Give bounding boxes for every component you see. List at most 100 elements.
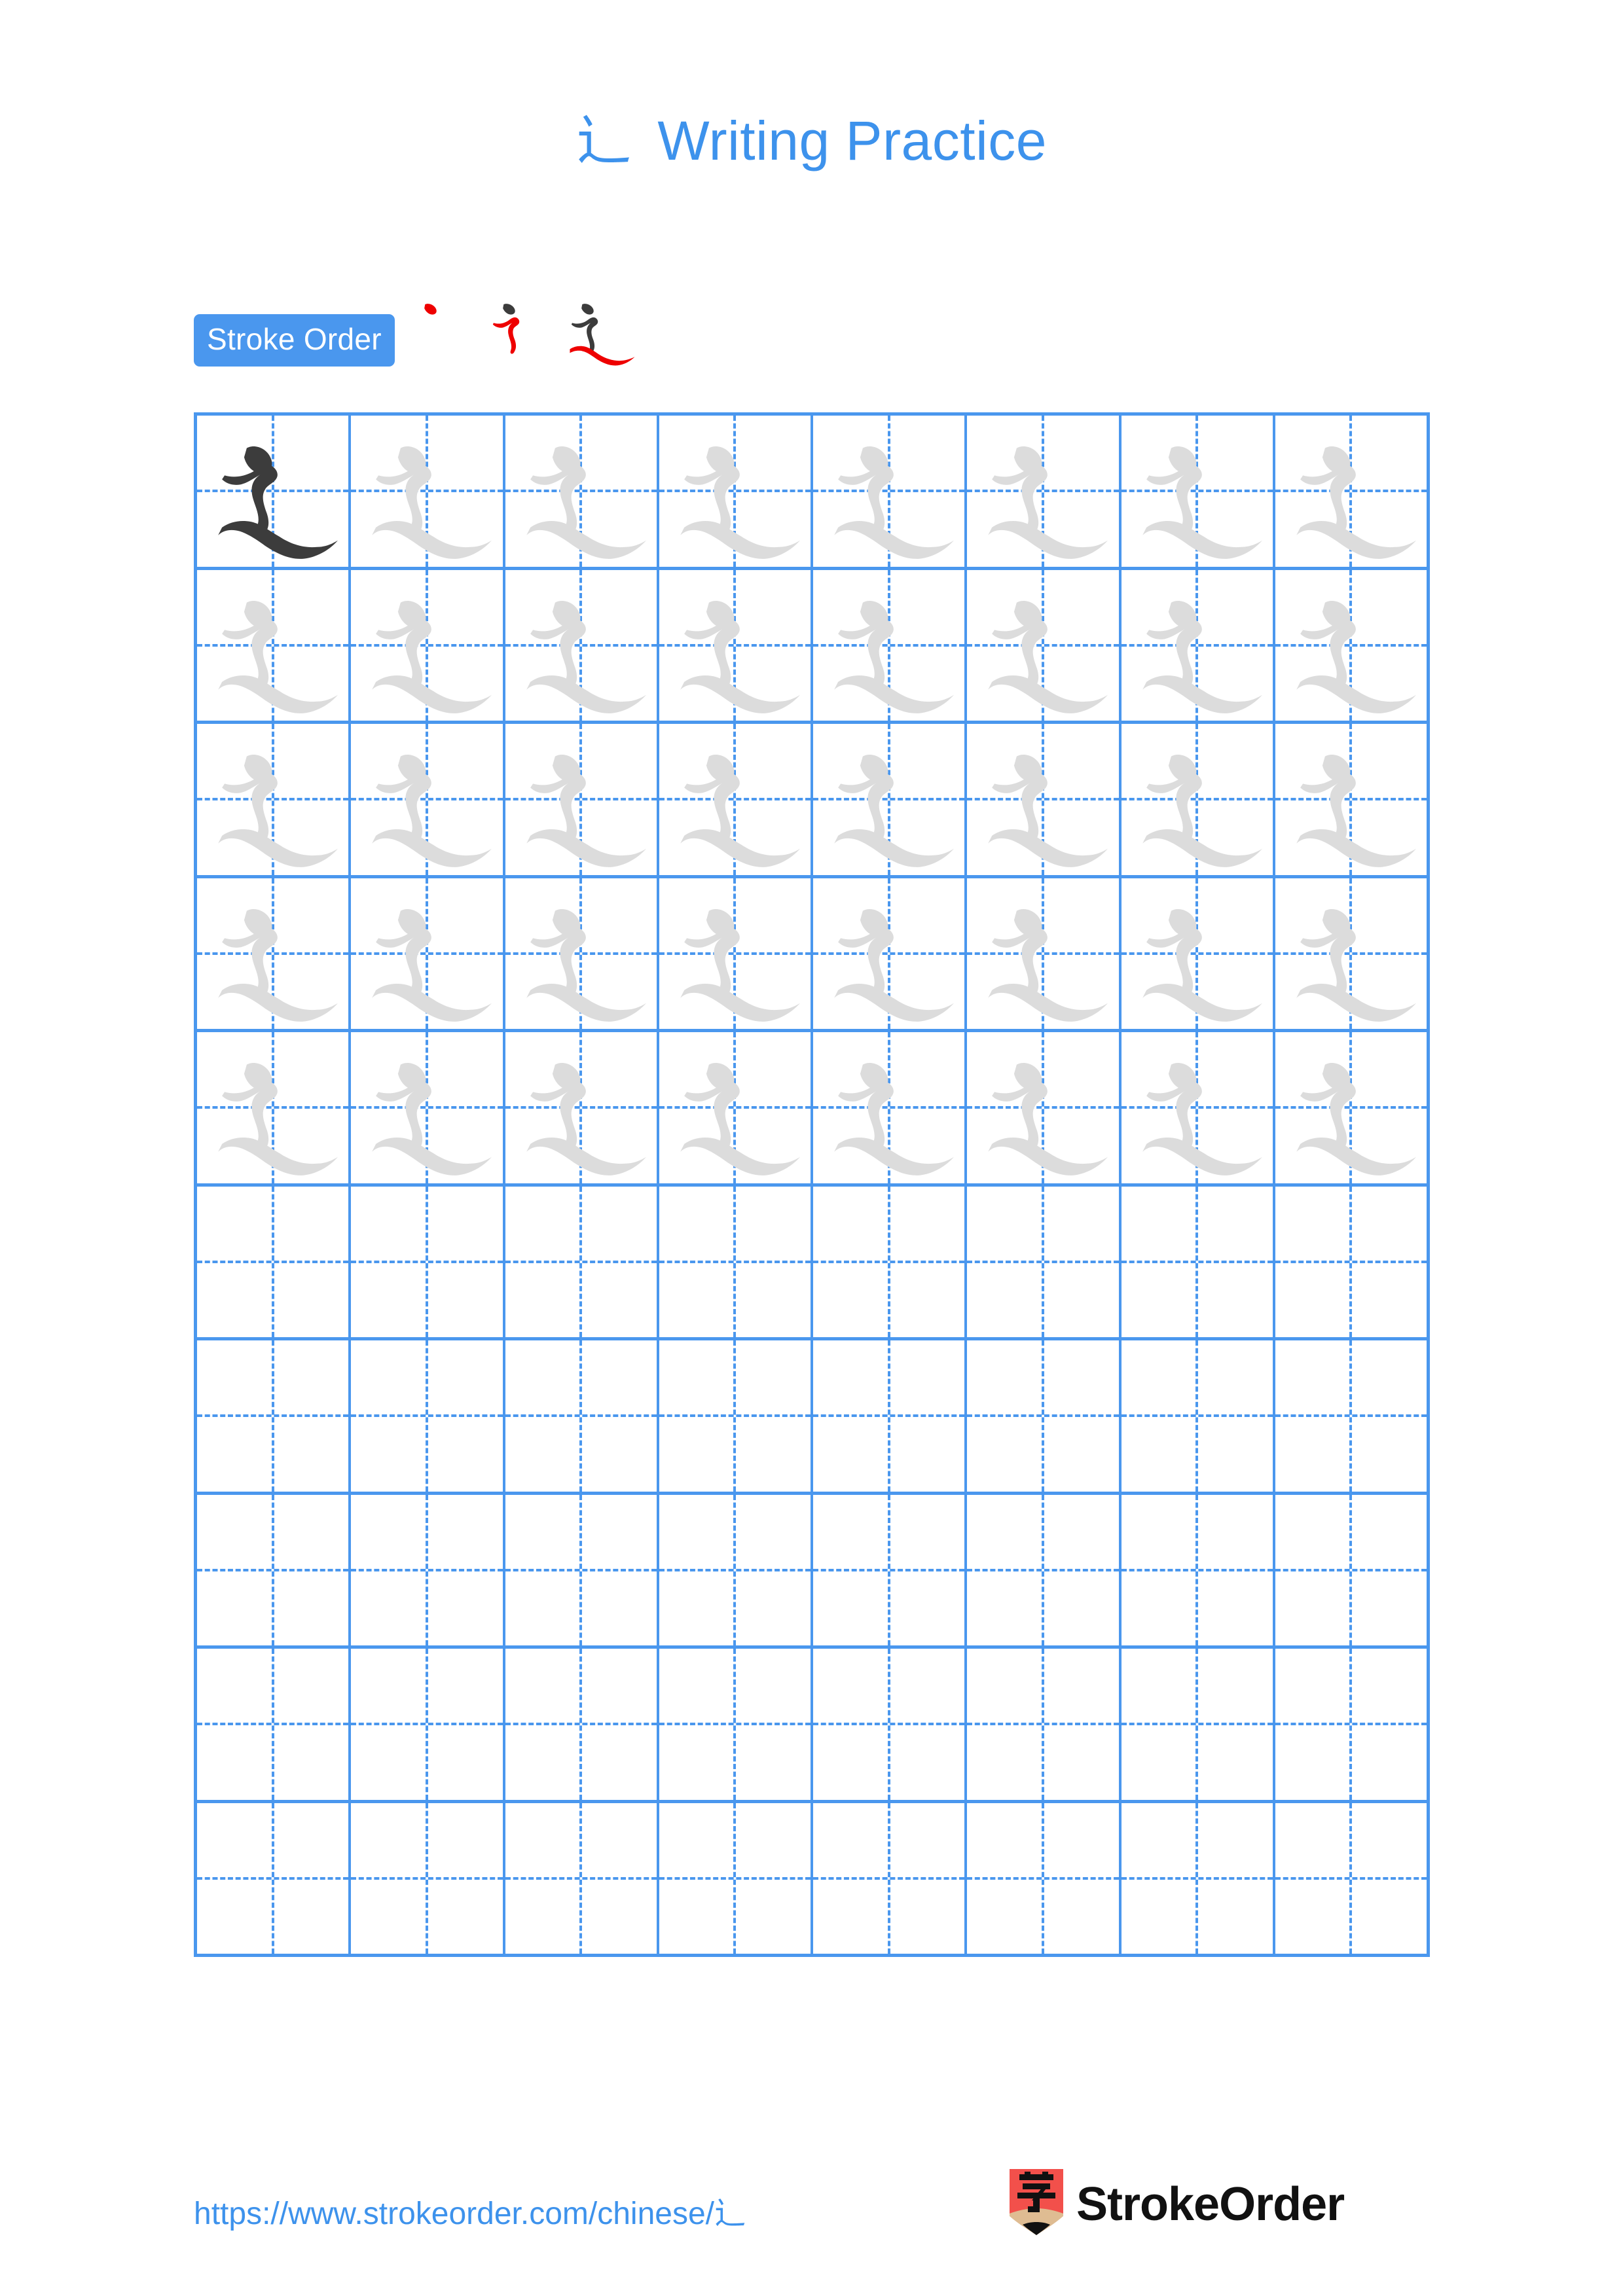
practice-grid-cell[interactable] <box>659 1186 813 1337</box>
practice-grid-cell[interactable] <box>351 416 505 567</box>
practice-grid-cell[interactable] <box>967 1649 1122 1800</box>
practice-grid-cell[interactable] <box>197 569 352 721</box>
practice-grid-cell[interactable] <box>659 878 813 1029</box>
practice-character-glyph <box>505 1032 657 1183</box>
practice-character-glyph <box>1122 416 1273 567</box>
practice-grid-cell[interactable] <box>197 1649 352 1800</box>
practice-grid-cell[interactable] <box>197 724 352 875</box>
practice-grid-cell[interactable] <box>1275 1649 1427 1800</box>
practice-grid-cell[interactable] <box>659 569 813 721</box>
stroke-order-section: Stroke Order <box>194 304 642 373</box>
practice-grid-cell[interactable] <box>197 1494 352 1645</box>
practice-grid-cell[interactable] <box>659 1803 813 1954</box>
practice-grid-cell[interactable] <box>197 1032 352 1183</box>
practice-grid-cell[interactable] <box>659 1032 813 1183</box>
practice-grid-cell[interactable] <box>1275 1803 1427 1954</box>
practice-grid-cell[interactable] <box>351 1340 505 1492</box>
practice-grid-cell[interactable] <box>967 416 1122 567</box>
practice-grid-cell[interactable] <box>659 1494 813 1645</box>
practice-grid-cell[interactable] <box>1122 1340 1275 1492</box>
practice-grid-cell[interactable] <box>505 569 659 721</box>
practice-grid-cell[interactable] <box>967 1186 1122 1337</box>
practice-character-glyph <box>1122 724 1273 875</box>
practice-grid-cell[interactable] <box>813 1494 968 1645</box>
practice-grid-cell[interactable] <box>1275 1495 1427 1646</box>
practice-grid-cell[interactable] <box>351 878 505 1029</box>
practice-character-glyph <box>505 878 657 1030</box>
practice-grid-row <box>197 416 1427 570</box>
practice-grid-cell[interactable] <box>1122 416 1275 567</box>
practice-grid-cell[interactable] <box>967 1803 1122 1954</box>
footer-brand: StrokeOrder <box>1008 2165 1345 2244</box>
practice-grid-cell[interactable] <box>1275 416 1427 567</box>
practice-grid-cell[interactable] <box>505 1032 659 1183</box>
practice-grid-cell[interactable] <box>1122 1186 1275 1337</box>
practice-grid-cell[interactable] <box>967 1340 1122 1492</box>
practice-grid-cell[interactable] <box>813 1803 968 1954</box>
practice-grid-cell[interactable] <box>1122 1649 1275 1800</box>
practice-grid-cell[interactable] <box>967 724 1122 875</box>
practice-grid-cell[interactable] <box>813 1186 968 1337</box>
practice-grid-cell[interactable] <box>197 416 352 567</box>
practice-grid-cell[interactable] <box>1275 1187 1427 1338</box>
practice-grid-cell[interactable] <box>1122 878 1275 1030</box>
practice-grid-cell[interactable] <box>197 1186 352 1337</box>
practice-grid-cell[interactable] <box>813 1340 968 1492</box>
practice-grid-cell[interactable] <box>1275 1032 1427 1183</box>
practice-grid-cell[interactable] <box>505 416 659 567</box>
practice-character-glyph <box>197 878 348 1030</box>
practice-grid-cell[interactable] <box>813 1032 968 1183</box>
practice-character-glyph <box>1275 724 1427 875</box>
practice-grid-cell[interactable] <box>813 569 968 721</box>
page-title-text: Writing Practice <box>642 110 1047 171</box>
practice-grid-cell[interactable] <box>351 1494 505 1645</box>
practice-grid-cell[interactable] <box>967 878 1122 1029</box>
practice-grid-cell[interactable] <box>1122 1032 1275 1183</box>
practice-grid-cell[interactable] <box>813 724 968 875</box>
practice-grid-cell[interactable] <box>1275 878 1427 1030</box>
practice-grid-cell[interactable] <box>659 1649 813 1800</box>
practice-character-glyph <box>813 1032 964 1183</box>
practice-grid-cell[interactable] <box>1122 724 1275 875</box>
practice-grid-row <box>197 724 1427 878</box>
practice-grid-cell[interactable] <box>659 1340 813 1492</box>
practice-character-glyph <box>197 570 348 721</box>
footer-source-url[interactable]: https://www.strokeorder.com/chinese/辶 <box>194 2187 746 2233</box>
practice-grid-row <box>197 878 1427 1032</box>
practice-grid-cell[interactable] <box>1275 724 1427 875</box>
practice-grid-cell[interactable] <box>813 878 968 1029</box>
stroke-order-badge: Stroke Order <box>194 314 395 367</box>
practice-grid-cell[interactable] <box>505 878 659 1030</box>
practice-grid-cell[interactable] <box>659 416 813 567</box>
practice-grid-cell[interactable] <box>351 724 505 875</box>
practice-grid-cell[interactable] <box>351 1649 505 1800</box>
practice-grid-cell[interactable] <box>505 1340 659 1492</box>
practice-grid-cell[interactable] <box>1122 1494 1275 1645</box>
practice-grid-cell[interactable] <box>505 1803 659 1954</box>
practice-grid-cell[interactable] <box>1275 1340 1427 1492</box>
practice-grid-cell[interactable] <box>351 1032 505 1183</box>
practice-grid-cell[interactable] <box>505 1494 659 1645</box>
brand-name: StrokeOrder <box>1076 2178 1345 2231</box>
practice-grid-cell[interactable] <box>813 1649 968 1800</box>
practice-grid-cell[interactable] <box>197 1340 352 1492</box>
practice-grid-cell[interactable] <box>505 1649 659 1800</box>
practice-grid-cell[interactable] <box>197 878 352 1030</box>
practice-grid-cell[interactable] <box>1275 570 1427 721</box>
practice-grid-cell[interactable] <box>967 1032 1122 1183</box>
practice-grid-cell[interactable] <box>505 724 659 875</box>
practice-grid-cell[interactable] <box>351 569 505 721</box>
practice-character-glyph <box>1122 878 1273 1030</box>
practice-grid-cell[interactable] <box>659 724 813 875</box>
practice-grid-cell[interactable] <box>813 416 968 567</box>
practice-grid-cell[interactable] <box>1122 1803 1275 1954</box>
practice-character-glyph <box>967 416 1118 567</box>
practice-grid-cell[interactable] <box>967 1494 1122 1645</box>
practice-grid-cell[interactable] <box>351 1186 505 1337</box>
practice-grid-cell[interactable] <box>1122 569 1275 721</box>
practice-grid-cell[interactable] <box>197 1803 352 1954</box>
practice-character-glyph <box>197 724 348 875</box>
practice-grid-cell[interactable] <box>505 1186 659 1337</box>
practice-grid-cell[interactable] <box>967 569 1122 721</box>
practice-grid-cell[interactable] <box>351 1803 505 1954</box>
